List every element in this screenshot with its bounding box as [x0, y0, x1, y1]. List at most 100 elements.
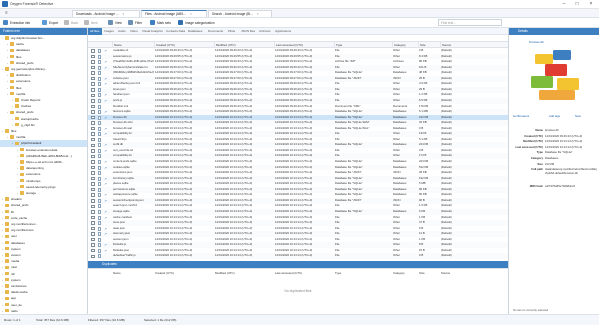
link-icon[interactable]: ↗	[104, 127, 108, 131]
row-checkbox[interactable]	[91, 254, 95, 259]
maximize-icon[interactable]: □	[571, 1, 583, 7]
add-tags-link[interactable]: Add tags	[549, 114, 560, 118]
chevron-right-icon[interactable]: ›	[12, 116, 13, 122]
go-browsers-link[interactable]: Go Browsers	[513, 114, 529, 118]
chevron-right-icon[interactable]: ›	[17, 178, 18, 184]
chevron-right-icon[interactable]: ›	[17, 153, 18, 159]
duplicates-column-header[interactable]: Last accessed (UTC)	[275, 270, 302, 276]
link-icon[interactable]: ↗	[104, 160, 108, 164]
view-tab[interactable]: Video	[128, 28, 140, 35]
next-button[interactable]: Next	[84, 19, 98, 27]
chevron-right-icon[interactable]: ›	[7, 91, 8, 97]
row-checkbox[interactable]	[91, 182, 95, 186]
link-icon[interactable]: ↗	[104, 166, 108, 170]
tab-search[interactable]: Search - Android image (Bi... ×	[208, 10, 272, 17]
row-checkbox[interactable]	[91, 93, 95, 98]
row-checkbox[interactable]	[91, 193, 95, 197]
note-link[interactable]: Note	[575, 114, 581, 118]
back-button[interactable]: Back	[64, 19, 78, 27]
row-checkbox[interactable]	[91, 132, 95, 136]
row-checkbox[interactable]	[91, 104, 95, 109]
filter-button[interactable]: Filter	[128, 19, 142, 27]
row-checkbox[interactable]	[91, 71, 95, 75]
chevron-right-icon[interactable]: ›	[2, 196, 3, 202]
chevron-right-icon[interactable]: ›	[7, 54, 8, 60]
chevron-right-icon[interactable]: ›	[12, 103, 13, 109]
chevron-right-icon[interactable]: ›	[17, 159, 18, 165]
chevron-right-icon[interactable]: ›	[7, 134, 8, 140]
link-icon[interactable]: ↗	[104, 193, 108, 197]
row-checkbox[interactable]	[91, 176, 95, 181]
view-tab[interactable]: Visual Analytics	[140, 28, 165, 35]
chevron-right-icon[interactable]: ›	[7, 60, 8, 66]
row-checkbox[interactable]	[91, 99, 95, 103]
duplicates-column-header[interactable]: Created (UTC)	[155, 270, 174, 276]
chevron-right-icon[interactable]: ›	[17, 165, 18, 171]
link-icon[interactable]: ↗	[104, 232, 108, 236]
export-button[interactable]: Export	[42, 19, 58, 27]
link-icon[interactable]: ↗	[104, 227, 108, 231]
tab-close-icon[interactable]: ×	[257, 12, 259, 16]
chevron-right-icon[interactable]: ›	[2, 202, 3, 208]
view-tab[interactable]: JSON files	[239, 28, 257, 35]
row-checkbox[interactable]	[91, 65, 95, 70]
chevron-right-icon[interactable]: ›	[7, 109, 8, 115]
link-icon[interactable]: ↗	[104, 49, 108, 53]
link-icon[interactable]: ↗	[104, 216, 108, 220]
chevron-right-icon[interactable]: ›	[12, 97, 13, 103]
row-checkbox[interactable]	[91, 215, 95, 220]
duplicates-column-header[interactable]: Size	[419, 270, 425, 276]
tab-close-icon[interactable]: ×	[190, 12, 192, 16]
link-icon[interactable]: ↗	[104, 116, 108, 120]
row-checkbox[interactable]	[91, 137, 95, 142]
row-checkbox[interactable]	[91, 204, 95, 209]
chevron-right-icon[interactable]: ›	[17, 147, 18, 153]
row-checkbox[interactable]	[91, 49, 95, 53]
chevron-right-icon[interactable]: ›	[2, 258, 3, 264]
chevron-right-icon[interactable]: ›	[7, 47, 8, 53]
view-tab[interactable]: Archives	[257, 28, 273, 35]
chevron-right-icon[interactable]: ›	[17, 171, 18, 177]
row-checkbox[interactable]	[91, 76, 95, 81]
row-checkbox[interactable]	[91, 88, 95, 92]
duplicates-bar[interactable]: Duplicates	[88, 261, 508, 268]
row-checkbox[interactable]	[91, 187, 95, 192]
link-icon[interactable]: ↗	[104, 66, 108, 70]
chevron-right-icon[interactable]: ›	[2, 252, 3, 258]
view-button[interactable]: View	[108, 19, 122, 27]
row-checkbox[interactable]	[91, 160, 95, 164]
tab-files[interactable]: Files - Android image (ABS... ×	[141, 10, 207, 17]
link-icon[interactable]: ↗	[104, 199, 108, 203]
chevron-right-icon[interactable]: ›	[2, 302, 3, 308]
chevron-right-icon[interactable]: ›	[2, 308, 3, 314]
row-checkbox[interactable]	[91, 121, 95, 125]
chevron-right-icon[interactable]: ›	[2, 128, 3, 134]
extraction-info-button[interactable]: Extraction info	[3, 19, 30, 27]
chevron-right-icon[interactable]: ›	[2, 35, 3, 41]
view-tab[interactable]: Databases	[186, 28, 204, 35]
chevron-right-icon[interactable]: ›	[2, 277, 3, 283]
chevron-right-icon[interactable]: ›	[2, 246, 3, 252]
view-tab[interactable]: Documents	[206, 28, 225, 35]
chevron-right-icon[interactable]: ›	[12, 140, 13, 146]
duplicates-column-header[interactable]: Category	[393, 270, 405, 276]
link-icon[interactable]: ↗	[104, 60, 108, 64]
chevron-right-icon[interactable]: ›	[2, 264, 3, 270]
view-tab[interactable]: Images	[102, 28, 116, 35]
view-tab[interactable]: Audio	[116, 28, 128, 35]
link-icon[interactable]: ↗	[104, 110, 108, 114]
chevron-right-icon[interactable]: ›	[2, 209, 3, 215]
row-checkbox[interactable]	[91, 226, 95, 231]
link-icon[interactable]: ↗	[104, 77, 108, 81]
link-icon[interactable]: ↗	[104, 143, 108, 147]
row-checkbox[interactable]	[91, 171, 95, 175]
chevron-right-icon[interactable]: ›	[2, 295, 3, 301]
link-icon[interactable]: ↗	[104, 177, 108, 181]
image-categorization-button[interactable]: Image categorization	[178, 19, 215, 27]
link-icon[interactable]: ↗	[104, 93, 108, 97]
row-checkbox[interactable]	[91, 82, 95, 86]
find-text-input[interactable]: Find text...	[438, 19, 502, 26]
row-checkbox[interactable]	[91, 248, 95, 253]
tab-close-icon[interactable]: ×	[123, 12, 125, 16]
close-icon[interactable]: ×	[585, 1, 597, 7]
